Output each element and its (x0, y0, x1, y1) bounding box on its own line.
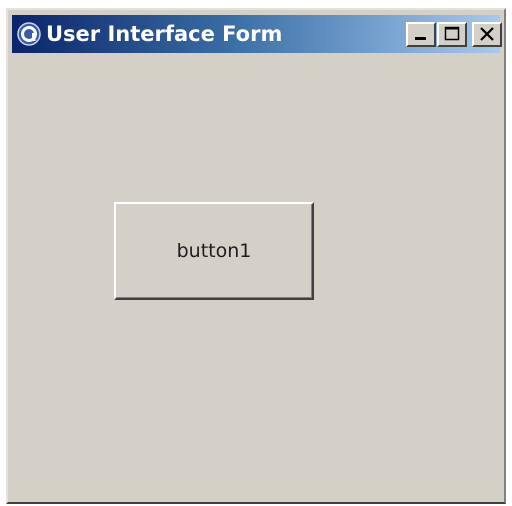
window-title: User Interface Form (46, 22, 283, 46)
form-client-area: button1 (12, 53, 500, 498)
title-bar[interactable]: User Interface Form (12, 15, 502, 53)
minimize-button[interactable] (406, 22, 436, 47)
minimize-icon (415, 37, 426, 40)
maximize-button[interactable] (437, 22, 467, 47)
button1[interactable]: button1 (114, 202, 314, 300)
maximize-icon (444, 26, 460, 41)
form-window: User Interface Form button1 (6, 8, 506, 504)
close-button[interactable] (472, 22, 502, 47)
app-logo-icon (17, 22, 41, 46)
close-icon (480, 27, 494, 41)
